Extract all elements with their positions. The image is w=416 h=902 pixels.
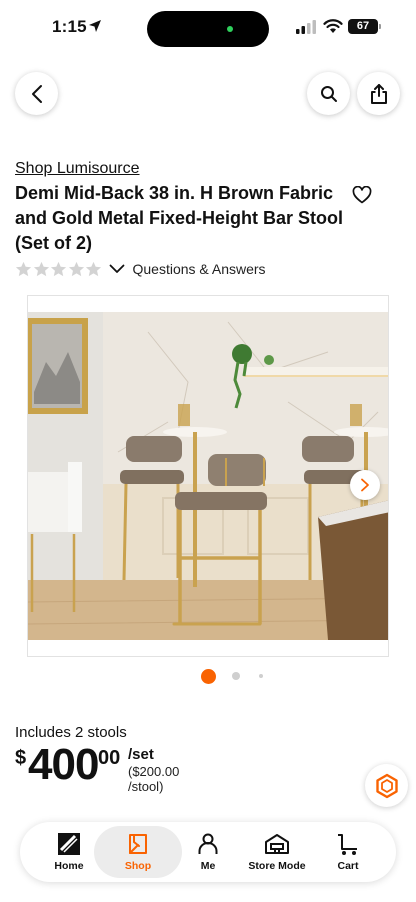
- chevron-left-icon: [31, 84, 42, 103]
- rating-row[interactable]: Questions & Answers: [15, 259, 266, 279]
- search-icon: [320, 85, 337, 102]
- favorite-heart-icon[interactable]: [352, 186, 372, 204]
- cellular-signal-icon: [296, 20, 316, 34]
- tab-me[interactable]: Me: [173, 822, 243, 882]
- tab-label: Shop: [124, 860, 152, 872]
- pagination-dot[interactable]: [232, 672, 240, 680]
- star-icon: [85, 261, 102, 277]
- star-icon: [33, 261, 49, 277]
- tab-label: Cart: [337, 860, 359, 872]
- bottom-tab-bar: Home Shop Me Store Mode Cart: [20, 822, 396, 882]
- cart-icon: [338, 834, 357, 855]
- search-button[interactable]: [307, 72, 350, 115]
- questions-answers-link[interactable]: Questions & Answers: [133, 261, 266, 277]
- status-time: 1:15: [52, 17, 87, 36]
- product-title: Demi Mid-Back 38 in. H Brown Fabric and …: [15, 183, 344, 253]
- camera-indicator-icon: [227, 26, 233, 32]
- chevron-right-icon: [361, 478, 369, 492]
- tab-label: Me: [200, 860, 216, 872]
- shop-icon: [129, 834, 147, 854]
- location-arrow-icon: [89, 20, 101, 32]
- gallery-pagination: [0, 668, 416, 686]
- hexagon-assistant-icon: [375, 773, 398, 798]
- battery-indicator: 67: [348, 19, 381, 34]
- price-per-item: ($200.00 /stool): [128, 764, 180, 794]
- price-cents: 00: [98, 747, 121, 769]
- pagination-dot[interactable]: [259, 674, 263, 678]
- status-bar: 1:15 67: [0, 0, 416, 56]
- pagination-dot-active[interactable]: [201, 669, 216, 684]
- tab-shop[interactable]: Shop: [94, 826, 182, 878]
- tab-label: Home: [54, 860, 84, 872]
- star-icon: [68, 261, 84, 277]
- share-icon: [370, 83, 387, 104]
- star-icon: [15, 261, 32, 277]
- store-icon: [265, 834, 289, 854]
- star-icon: [50, 261, 67, 277]
- share-button[interactable]: [357, 72, 400, 115]
- dynamic-island: [147, 11, 269, 47]
- product-image-gallery[interactable]: [27, 295, 389, 657]
- tab-store-mode[interactable]: Store Mode: [242, 822, 312, 882]
- price-unit: /set: [128, 746, 154, 763]
- next-image-button[interactable]: [350, 470, 380, 500]
- back-button[interactable]: [15, 72, 58, 115]
- brand-link[interactable]: Shop Lumisource: [15, 160, 140, 178]
- chevron-down-icon: [109, 264, 124, 273]
- home-depot-logo-icon: [58, 833, 80, 855]
- includes-text: Includes 2 stools: [15, 724, 127, 741]
- price-currency: $: [15, 747, 27, 769]
- wifi-icon: [323, 19, 343, 33]
- person-icon: [198, 833, 218, 854]
- tab-label: Store Mode: [248, 860, 306, 872]
- price-dollars: 400: [28, 740, 99, 789]
- assistant-button[interactable]: [365, 764, 408, 807]
- product-photo: [28, 312, 388, 640]
- tab-cart[interactable]: Cart: [313, 822, 383, 882]
